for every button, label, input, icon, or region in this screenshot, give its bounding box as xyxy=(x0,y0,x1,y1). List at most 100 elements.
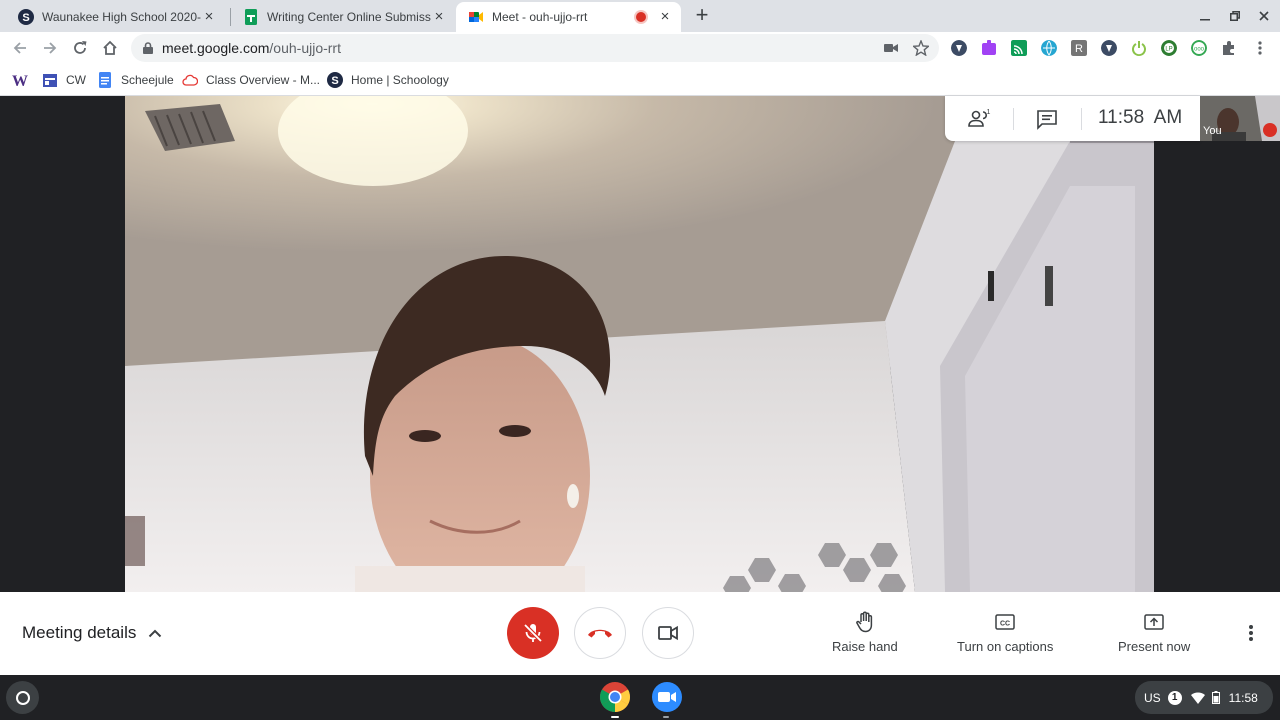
self-view-label: You xyxy=(1203,125,1222,137)
recording-indicator-icon xyxy=(636,12,646,22)
self-view-tile[interactable]: You xyxy=(1200,96,1280,141)
tab-title: Meet - ouh-ujjo-rrt xyxy=(492,10,588,24)
video-camera-icon xyxy=(658,625,678,641)
bookmark-scheejule[interactable]: Scheejule xyxy=(97,71,174,89)
input-language: US xyxy=(1144,690,1161,705)
forward-icon[interactable] xyxy=(38,36,62,60)
zoom-icon[interactable] xyxy=(651,681,683,713)
power-extension-icon[interactable] xyxy=(1131,40,1147,56)
w-icon: W xyxy=(12,73,28,88)
tab-title: Waunakee High School 2020-21 xyxy=(42,10,201,24)
tab-waunakee[interactable]: S Waunakee High School 2020-21 × xyxy=(0,2,225,32)
svg-text:R: R xyxy=(1075,43,1083,55)
launcher-button[interactable] xyxy=(6,681,39,714)
more-options-icon[interactable] xyxy=(1240,622,1262,644)
meet-icon xyxy=(469,12,483,22)
tab-strip: S Waunakee High School 2020-21 × Writing… xyxy=(0,0,1280,32)
svg-text:CC: CC xyxy=(1000,621,1010,628)
home-icon[interactable] xyxy=(98,36,122,60)
wifi-icon xyxy=(1190,691,1205,704)
raise-hand-button[interactable]: Raise hand xyxy=(832,611,898,654)
divider xyxy=(1013,108,1014,130)
svg-text:ooo: ooo xyxy=(1194,47,1205,53)
docs-icon xyxy=(99,72,111,88)
bookmarks-bar: W CW Scheejule Class Overview - M... S H… xyxy=(0,64,1280,96)
address-bar[interactable]: meet.google.com/ouh-ujjo-rrt xyxy=(131,34,939,62)
app-running-indicator xyxy=(663,716,669,718)
leave-call-button[interactable] xyxy=(574,607,626,659)
notification-count-badge: 1 xyxy=(1167,690,1182,705)
mic-off-badge-icon xyxy=(1263,123,1277,137)
lp-extension-icon[interactable]: LP xyxy=(1161,40,1177,56)
svg-text:S: S xyxy=(331,75,338,87)
bookmark-label: Class Overview - M... xyxy=(206,73,321,87)
battery-icon xyxy=(1211,691,1220,704)
meeting-controls: Meeting details Raise hand CC Turn on ca… xyxy=(0,592,1280,675)
puzzle-extension-icon[interactable] xyxy=(981,40,997,56)
camera-in-use-icon[interactable] xyxy=(883,40,899,56)
url-path: /ouh-ujjo-rrt xyxy=(269,40,341,56)
browser-menu-icon[interactable] xyxy=(1252,40,1268,56)
bookmark-cw[interactable]: CW xyxy=(42,71,86,89)
chat-icon[interactable] xyxy=(1035,107,1059,131)
sheets-icon xyxy=(245,9,257,25)
chromeos-shelf: US 1 11:58 xyxy=(0,675,1280,720)
divider xyxy=(1081,108,1082,130)
raise-hand-label: Raise hand xyxy=(832,639,898,654)
tab-close-icon[interactable]: × xyxy=(201,9,217,25)
status-tray[interactable]: US 1 11:58 xyxy=(1135,681,1273,714)
participant-video xyxy=(125,96,1154,592)
captions-button[interactable]: CC Turn on captions xyxy=(957,611,1053,654)
svg-text:S: S xyxy=(22,12,29,24)
hand-icon xyxy=(856,611,873,633)
cast-extension-icon[interactable] xyxy=(1011,40,1027,56)
vpn-extension-icon[interactable] xyxy=(1101,40,1117,56)
svg-text:1: 1 xyxy=(987,109,991,116)
reload-icon[interactable] xyxy=(68,36,92,60)
tab-close-icon[interactable]: × xyxy=(657,9,673,25)
cloud-icon xyxy=(182,74,198,86)
bookmark-star-icon[interactable] xyxy=(913,40,929,56)
tab-writing-center[interactable]: Writing Center Online Submissio × xyxy=(225,2,455,32)
bookmark-label: CW xyxy=(66,73,86,87)
chevron-up-icon xyxy=(149,629,162,638)
launcher-icon xyxy=(15,690,30,705)
bookmark-label: Scheejule xyxy=(121,73,174,87)
mic-off-icon xyxy=(523,623,543,643)
back-icon[interactable] xyxy=(8,36,32,60)
shield-extension-icon[interactable] xyxy=(951,40,967,56)
present-now-label: Present now xyxy=(1118,639,1191,654)
meeting-info-bar: 1 11:58 AM xyxy=(945,96,1200,141)
tab-meet[interactable]: Meet - ouh-ujjo-rrt × xyxy=(456,2,681,32)
participants-icon[interactable]: 1 xyxy=(967,107,991,131)
microphone-toggle-button[interactable] xyxy=(507,607,559,659)
new-tab-button[interactable]: + xyxy=(690,4,714,28)
bookmark-class-overview[interactable]: Class Overview - M... xyxy=(182,71,320,89)
green-circle-extension-icon[interactable]: ooo xyxy=(1191,40,1207,56)
extensions-puzzle-icon[interactable] xyxy=(1221,40,1237,56)
video-frame xyxy=(125,96,1154,592)
meeting-details-label: Meeting details xyxy=(22,623,137,642)
tab-close-icon[interactable]: × xyxy=(431,9,447,25)
present-now-button[interactable]: Present now xyxy=(1118,611,1190,654)
minimize-icon[interactable] xyxy=(1195,6,1215,26)
svg-text:W: W xyxy=(12,73,28,88)
browser-toolbar: meet.google.com/ouh-ujjo-rrt R LP ooo xyxy=(0,32,1280,64)
calendar-icon xyxy=(43,74,57,87)
app-running-indicator xyxy=(611,716,619,718)
bookmark-label: Home | Schoology xyxy=(351,73,449,87)
camera-toggle-button[interactable] xyxy=(642,607,694,659)
restore-icon[interactable] xyxy=(1225,6,1245,26)
schoology-icon: S xyxy=(327,72,343,88)
present-screen-icon xyxy=(1144,614,1164,630)
tab-title: Writing Center Online Submissio xyxy=(267,10,431,24)
svg-text:LP: LP xyxy=(1165,47,1172,53)
bookmark-w[interactable]: W xyxy=(12,71,36,89)
globe-extension-icon[interactable] xyxy=(1041,40,1057,56)
meeting-details-button[interactable]: Meeting details xyxy=(22,623,162,643)
close-window-icon[interactable] xyxy=(1254,6,1274,26)
lock-icon xyxy=(143,42,153,54)
chrome-icon[interactable] xyxy=(599,681,631,713)
r-extension-icon[interactable]: R xyxy=(1071,40,1087,56)
bookmark-schoology[interactable]: S Home | Schoology xyxy=(327,71,449,89)
